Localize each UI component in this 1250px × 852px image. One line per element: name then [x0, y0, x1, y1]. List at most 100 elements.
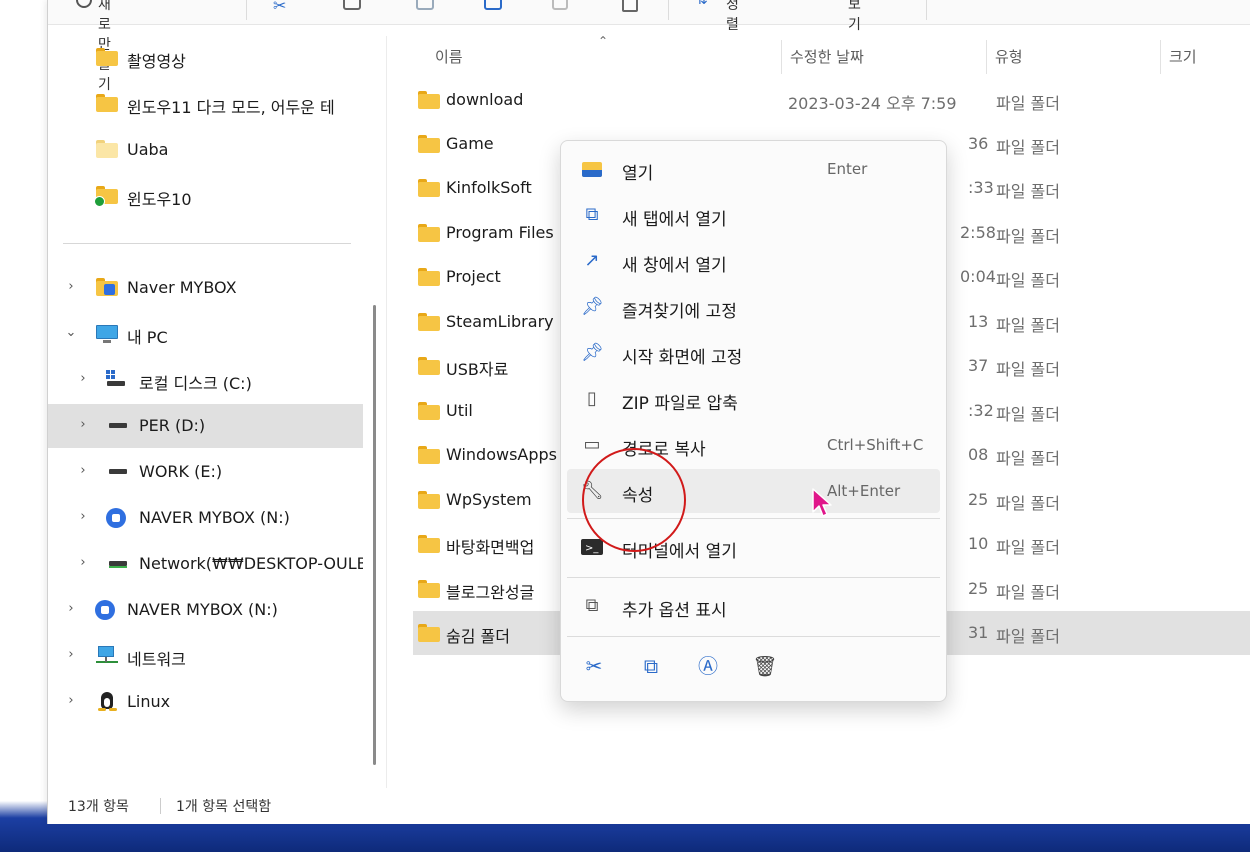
delete-icon[interactable]	[622, 0, 638, 12]
nav-item-label: NAVER MYBOX (N:)	[139, 508, 290, 527]
nav-item-linux[interactable]: › Linux	[48, 680, 363, 724]
new-tab-icon: ⧉	[585, 204, 599, 225]
nav-item-label: 윈도우10	[127, 190, 192, 209]
column-header-size[interactable]: 크기	[1169, 46, 1197, 67]
chevron-right-icon[interactable]: ›	[64, 648, 78, 662]
file-name: 블로그완성글	[446, 583, 535, 602]
pin-icon: 📌︎	[581, 342, 604, 363]
nav-item-this-pc[interactable]: ⌄ 내 PC	[48, 312, 363, 356]
nav-item-quick[interactable]: Uaba	[48, 128, 363, 172]
chevron-right-icon[interactable]: ›	[64, 694, 78, 708]
nav-item-drive-c[interactable]: › 로컬 디스크 (C:)	[48, 358, 363, 402]
copy-path-icon: ▭	[583, 434, 601, 455]
folder-icon	[418, 313, 440, 331]
nav-item-label: 촬영영상	[127, 52, 186, 71]
nav-divider	[63, 243, 351, 244]
file-date: 25	[968, 490, 989, 509]
menu-item-pin-quick-access[interactable]: 📌︎ 즐겨찾기에 고정	[567, 285, 940, 329]
folder-icon	[418, 402, 440, 420]
linux-penguin-icon	[98, 692, 120, 712]
rename-icon[interactable]	[484, 0, 502, 10]
nav-item-label: NAVER MYBOX (N:)	[127, 600, 278, 619]
nav-item-label: 윈도우11 다크 모드, 어두운 테	[127, 98, 335, 117]
file-name: Project	[446, 267, 501, 286]
menu-item-label: 새 창에서 열기	[622, 256, 727, 276]
folder-icon	[418, 446, 440, 464]
file-name: 바탕화면백업	[446, 538, 535, 557]
menu-item-open-new-window[interactable]: ↗ 새 창에서 열기	[567, 239, 940, 283]
network-icon	[96, 646, 118, 666]
chevron-right-icon[interactable]: ›	[76, 556, 90, 570]
toolbar-divider	[246, 0, 247, 20]
file-type: 파일 폴더	[996, 494, 1060, 513]
file-date: :33	[968, 178, 994, 197]
chevron-down-icon[interactable]: ⌄	[64, 326, 78, 340]
paste-icon[interactable]	[416, 0, 434, 10]
nav-item-quick[interactable]: 윈도우10	[48, 174, 363, 218]
nav-item-network[interactable]: › 네트워크	[48, 634, 363, 678]
nav-item-quick[interactable]: 윈도우11 다크 모드, 어두운 테	[48, 82, 363, 126]
menu-item-label: ZIP 파일로 압축	[622, 394, 738, 414]
chevron-right-icon[interactable]: ›	[76, 418, 90, 432]
sort-button-label: 정렬	[726, 0, 739, 33]
selection-count: 1개 항목 선택함	[176, 799, 272, 815]
file-type: 파일 폴더	[996, 138, 1060, 157]
menu-item-open[interactable]: 열기 Enter	[567, 147, 940, 191]
menu-item-pin-start[interactable]: 📌︎ 시작 화면에 고정	[567, 331, 940, 375]
menu-item-label: 즐겨찾기에 고정	[622, 302, 737, 322]
file-type: 파일 폴더	[996, 583, 1060, 602]
file-name: KinfolkSoft	[446, 178, 532, 197]
nav-item-quick[interactable]: 촬영영상	[48, 36, 363, 80]
menu-item-shortcut: Enter	[827, 160, 868, 178]
menu-item-show-more-options[interactable]: ⧉ 추가 옵션 표시	[567, 584, 940, 628]
file-date: 31	[968, 623, 989, 642]
file-date: 2023-03-24 오후 7:59	[788, 94, 957, 113]
nav-item-drive-n[interactable]: › NAVER MYBOX (N:)	[48, 496, 363, 540]
file-row[interactable]: download 2023-03-24 오후 7:59 파일 폴더	[413, 78, 1250, 122]
chevron-right-icon[interactable]: ›	[76, 510, 90, 524]
pane-divider[interactable]	[386, 36, 387, 788]
nav-item-naver-mybox[interactable]: › Naver MYBOX	[48, 266, 363, 310]
menu-item-label: 새 탭에서 열기	[622, 210, 727, 230]
file-type: 파일 폴더	[996, 227, 1060, 246]
nav-item-drive-e[interactable]: › WORK (E:)	[48, 450, 363, 494]
zip-icon: ▯	[587, 388, 597, 409]
file-type: 파일 폴더	[996, 360, 1060, 379]
column-divider[interactable]	[1160, 40, 1161, 74]
share-icon[interactable]	[552, 0, 568, 10]
column-header-modified[interactable]: 수정한 날짜	[790, 46, 864, 67]
file-date: 2:58	[960, 223, 996, 242]
chevron-right-icon[interactable]: ›	[76, 464, 90, 478]
nav-item-drive-d[interactable]: › PER (D:)	[48, 404, 363, 448]
copy-icon[interactable]	[343, 0, 361, 10]
file-name: Program Files	[446, 223, 554, 242]
folder-icon	[418, 224, 440, 242]
monitor-icon	[96, 324, 118, 344]
column-header-type[interactable]: 유형	[995, 46, 1023, 67]
naver-mybox-icon	[106, 508, 128, 528]
highlight-circle	[582, 448, 686, 552]
column-divider[interactable]	[986, 40, 987, 74]
chevron-right-icon[interactable]: ›	[64, 602, 78, 616]
folder-icon	[96, 140, 118, 160]
sidebar-scrollbar[interactable]	[373, 305, 376, 765]
synced-folder-icon	[94, 186, 118, 207]
command-bar: 새로 만들기 ✂ ⇅ 정렬 보기	[48, 0, 1250, 93]
cut-icon[interactable]: ✂	[273, 0, 286, 15]
menu-item-open-new-tab[interactable]: ⧉ 새 탭에서 열기	[567, 193, 940, 237]
file-date: 0:04	[960, 267, 996, 286]
chevron-right-icon[interactable]: ›	[76, 372, 90, 386]
status-bar: 13개 항목 1개 항목 선택함	[48, 788, 1250, 824]
column-header-name[interactable]: 이름	[435, 46, 463, 67]
folder-open-icon	[581, 158, 603, 180]
copy-icon[interactable]: ⧉	[637, 652, 665, 680]
menu-item-compress-zip[interactable]: ▯ ZIP 파일로 압축	[567, 377, 940, 421]
cut-icon[interactable]: ✂	[580, 652, 608, 680]
rename-icon[interactable]: Ⓐ	[694, 652, 722, 680]
nav-item-naver-mybox-root[interactable]: › NAVER MYBOX (N:)	[48, 588, 363, 632]
column-divider[interactable]	[781, 40, 782, 74]
chevron-right-icon[interactable]: ›	[64, 280, 78, 294]
delete-icon[interactable]: 🗑︎	[751, 652, 779, 680]
nav-item-network-drive[interactable]: › Network(₩₩DESKTOP-OULBV	[48, 542, 363, 586]
file-date: 36	[968, 134, 989, 153]
